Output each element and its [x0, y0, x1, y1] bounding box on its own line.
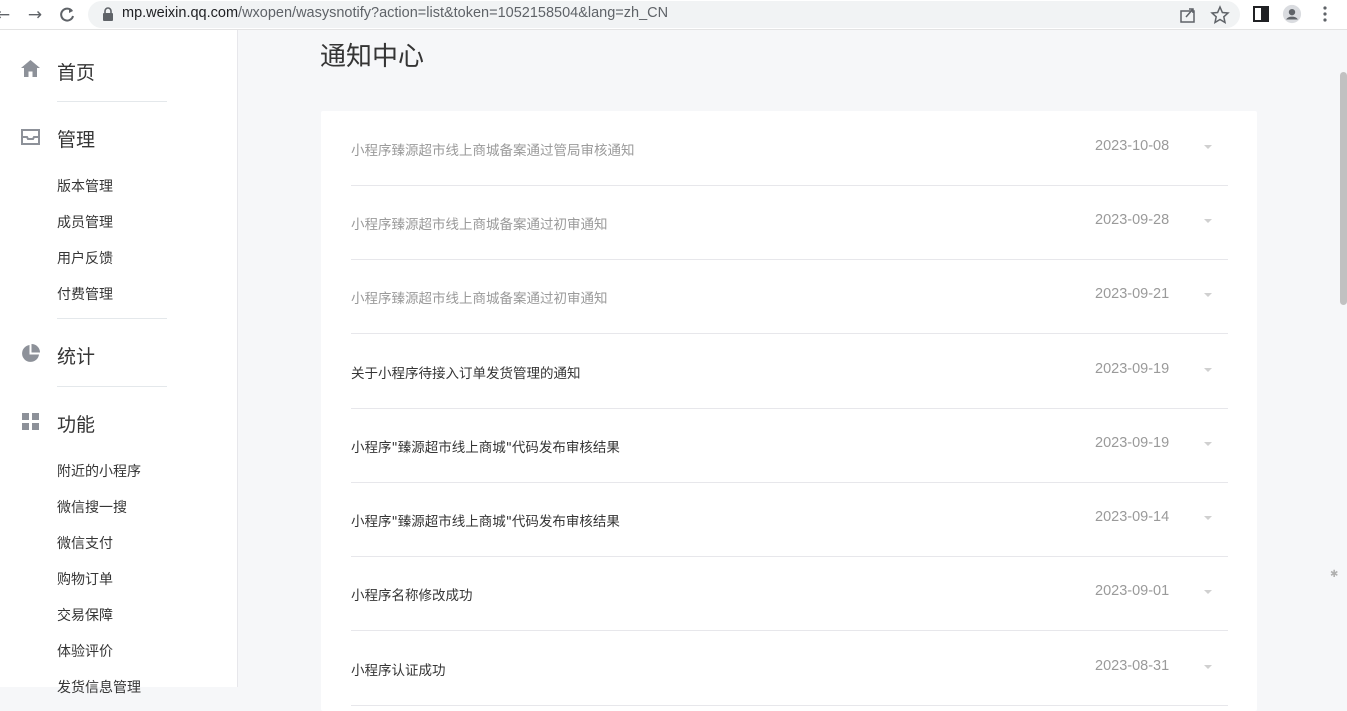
sidebar-item-guarantee[interactable]: 交易保障 — [57, 605, 113, 625]
sidepanel-icon[interactable] — [1251, 4, 1271, 24]
chevron-down-icon[interactable] — [1204, 145, 1212, 149]
notification-row[interactable]: 小程序名称修改成功 2023-09-01 — [351, 556, 1228, 631]
browser-toolbar: ← → mp.weixin.qq.com/wxopen/wasysnotify?… — [0, 0, 1347, 30]
notification-title[interactable]: 小程序"臻源超市线上商城"代码发布审核结果 — [351, 436, 620, 456]
chevron-down-icon[interactable] — [1204, 442, 1212, 446]
sidebar: 首页 管理 版本管理 成员管理 用户反馈 付费管理 统计 功能 附近的小程序 微… — [0, 30, 238, 696]
star-icon[interactable] — [1210, 5, 1230, 25]
sidebar-item-version[interactable]: 版本管理 — [57, 176, 113, 196]
address-bar[interactable]: mp.weixin.qq.com/wxopen/wasysnotify?acti… — [88, 1, 1240, 28]
sidebar-item-search[interactable]: 微信搜一搜 — [57, 497, 127, 517]
sidebar-divider — [57, 386, 167, 387]
notification-title[interactable]: 小程序认证成功 — [351, 659, 446, 679]
notification-date: 2023-09-28 — [1095, 212, 1170, 228]
notification-title[interactable]: 关于小程序待接入订单发货管理的通知 — [351, 362, 581, 382]
sidebar-item-rating[interactable]: 体验评价 — [57, 641, 113, 661]
sidebar-divider — [57, 318, 167, 319]
chevron-down-icon[interactable] — [1204, 665, 1212, 669]
notification-title[interactable]: 小程序臻源超市线上商城备案通过管局审核通知 — [351, 139, 635, 159]
notification-row[interactable]: 小程序"臻源超市线上商城"代码发布审核结果 2023-09-19 — [351, 408, 1228, 483]
notification-row[interactable]: 关于小程序待接入订单发货管理的通知 2023-09-19 — [351, 334, 1228, 409]
grid-icon — [22, 413, 39, 430]
sidebar-divider — [57, 101, 167, 102]
chevron-down-icon[interactable] — [1204, 293, 1212, 297]
notification-row[interactable]: 小程序"臻源超市线上商城"代码发布审核结果 2023-09-14 — [351, 482, 1228, 557]
profile-icon[interactable] — [1282, 4, 1302, 24]
url-text[interactable]: mp.weixin.qq.com/wxopen/wasysnotify?acti… — [122, 5, 668, 21]
sidebar-item-feedback[interactable]: 用户反馈 — [57, 248, 113, 268]
more-menu-icon[interactable] — [1315, 4, 1335, 24]
notification-date: 2023-09-19 — [1095, 435, 1170, 451]
notification-row[interactable]: 小程序认证成功 2023-08-31 — [351, 631, 1228, 706]
url-host: mp.weixin.qq.com — [122, 5, 239, 21]
notification-date: 2023-09-21 — [1095, 286, 1170, 302]
sidebar-item-billing[interactable]: 付费管理 — [57, 284, 113, 304]
chevron-down-icon[interactable] — [1204, 516, 1212, 520]
pie-chart-icon — [22, 344, 40, 362]
reload-icon[interactable] — [58, 6, 76, 24]
notification-date: 2023-09-01 — [1095, 583, 1170, 599]
sidebar-label-home: 首页 — [57, 62, 96, 84]
notification-title[interactable]: 小程序名称修改成功 — [351, 584, 473, 604]
sidebar-item-orders[interactable]: 购物订单 — [57, 569, 113, 589]
notification-date: 2023-09-14 — [1095, 509, 1170, 525]
notification-title[interactable]: 小程序臻源超市线上商城备案通过初审通知 — [351, 213, 608, 233]
back-icon[interactable]: ← — [0, 6, 12, 24]
share-icon[interactable] — [1178, 5, 1198, 25]
notification-title[interactable]: 小程序臻源超市线上商城备案通过初审通知 — [351, 287, 608, 307]
notification-date: 2023-10-08 — [1095, 138, 1170, 154]
chevron-down-icon[interactable] — [1204, 219, 1212, 223]
home-icon — [21, 60, 40, 77]
sidebar-item-pay[interactable]: 微信支付 — [57, 533, 113, 553]
sidebar-label-manage: 管理 — [57, 129, 96, 151]
notification-title[interactable]: 小程序"臻源超市线上商城"代码发布审核结果 — [351, 510, 620, 530]
sidebar-item-nearby[interactable]: 附近的小程序 — [57, 461, 141, 481]
notification-row[interactable]: 小程序臻源超市线上商城备案通过初审通知 2023-09-21 — [351, 259, 1228, 334]
url-path: /wxopen/wasysnotify?action=list&token=10… — [238, 5, 669, 21]
pin-icon[interactable]: ✱ — [1330, 569, 1338, 580]
notification-date: 2023-09-19 — [1095, 361, 1170, 377]
chevron-down-icon[interactable] — [1204, 368, 1212, 372]
notification-date: 2023-08-31 — [1095, 658, 1170, 674]
notification-list: 小程序臻源超市线上商城备案通过管局审核通知 2023-10-08 小程序臻源超市… — [321, 111, 1257, 711]
notification-row[interactable]: 小程序臻源超市线上商城备案通过管局审核通知 2023-10-08 — [351, 111, 1228, 186]
sidebar-label-stats: 统计 — [57, 346, 96, 368]
page-title: 通知中心 — [320, 42, 425, 72]
sidebar-item-shipping[interactable]: 发货信息管理 — [57, 677, 141, 697]
notification-row[interactable]: 小程序臻源超市线上商城备案通过初审通知 2023-09-28 — [351, 185, 1228, 260]
sidebar-label-features: 功能 — [57, 414, 96, 436]
inbox-icon — [21, 129, 40, 145]
chevron-down-icon[interactable] — [1204, 590, 1212, 594]
scrollbar-thumb[interactable] — [1340, 72, 1347, 305]
forward-icon[interactable]: → — [26, 6, 44, 24]
lock-icon — [103, 7, 113, 21]
sidebar-item-members[interactable]: 成员管理 — [57, 212, 113, 232]
